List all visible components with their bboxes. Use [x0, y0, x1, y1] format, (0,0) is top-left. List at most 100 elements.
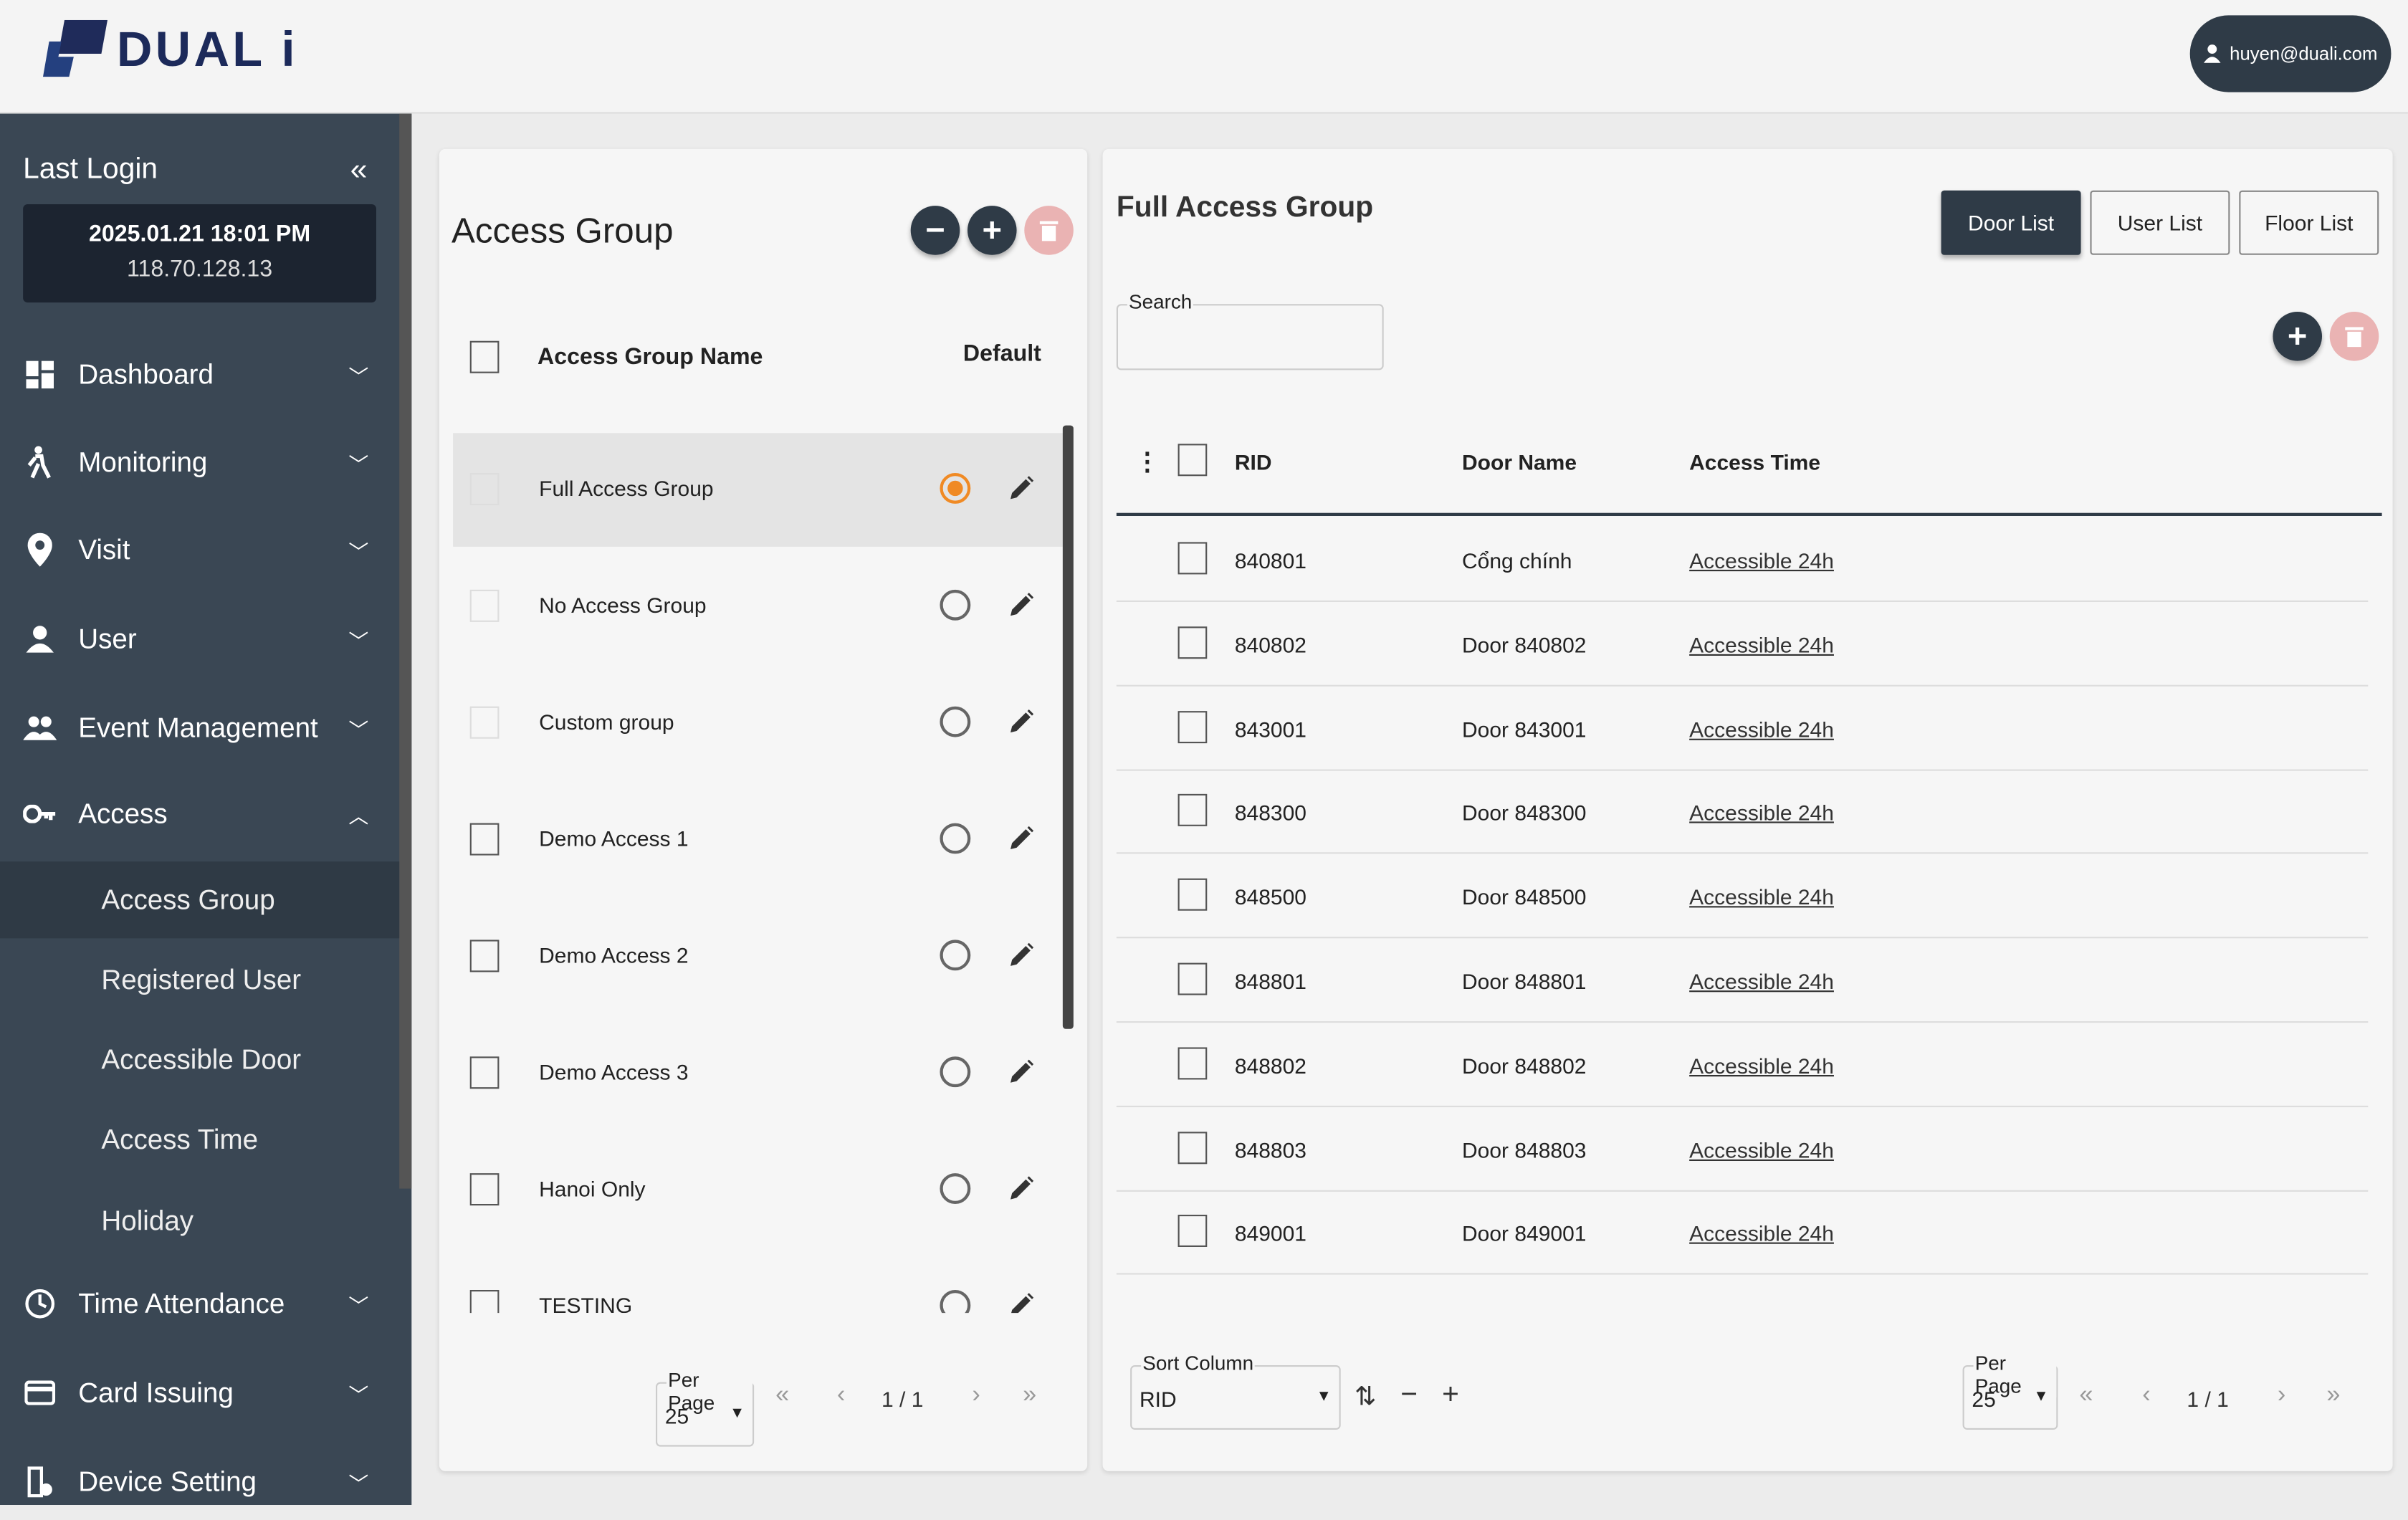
default-radio[interactable]	[940, 1056, 971, 1088]
sidebar-item-event-management[interactable]: Event Management ﹀	[0, 689, 399, 766]
default-radio[interactable]	[940, 940, 971, 971]
sidebar-item-user[interactable]: User ﹀	[0, 601, 399, 677]
first-page-icon[interactable]: «	[775, 1382, 789, 1410]
row-checkbox[interactable]	[469, 940, 500, 972]
edit-pencil-icon[interactable]	[1008, 1058, 1036, 1093]
row-checkbox[interactable]	[1177, 626, 1208, 659]
sidebar-item-card-issuing[interactable]: Card Issuing ﹀	[0, 1354, 399, 1431]
sidebar-subitem-registered-user[interactable]: Registered User	[0, 942, 399, 1018]
access-group-row[interactable]: Demo Access 2	[453, 900, 1063, 1014]
add-sort-icon[interactable]: +	[1442, 1379, 1459, 1413]
row-checkbox[interactable]	[1177, 1215, 1208, 1248]
collapse-sidebar-icon[interactable]: «	[350, 153, 368, 188]
access-group-name: Demo Access 3	[539, 1059, 689, 1084]
default-radio[interactable]	[940, 473, 971, 504]
edit-pencil-icon[interactable]	[1008, 591, 1036, 626]
per-page-select[interactable]: Per Page 25 ▼	[656, 1368, 755, 1447]
delete-button[interactable]	[1024, 206, 1074, 255]
row-checkbox[interactable]	[469, 1056, 500, 1089]
access-time-link[interactable]: Accessible 24h	[1689, 1053, 1834, 1078]
add-button[interactable]: +	[968, 206, 1017, 255]
row-checkbox[interactable]	[469, 706, 500, 739]
access-time-link[interactable]: Accessible 24h	[1689, 1221, 1834, 1246]
access-time-link[interactable]: Accessible 24h	[1689, 800, 1834, 825]
sidebar-subitem-holiday[interactable]: Holiday	[0, 1182, 399, 1259]
row-checkbox[interactable]	[469, 823, 500, 856]
delete-door-button[interactable]	[2329, 312, 2379, 361]
default-radio[interactable]	[940, 1290, 971, 1314]
row-checkbox[interactable]	[1177, 1131, 1208, 1164]
last-page-icon[interactable]: »	[2326, 1382, 2340, 1410]
list-scrollbar[interactable]	[1062, 425, 1074, 1029]
row-checkbox[interactable]	[469, 1290, 500, 1314]
sidebar-item-visit[interactable]: Visit ﹀	[0, 512, 399, 588]
sidebar-subitem-accessible-door[interactable]: Accessible Door	[0, 1022, 399, 1099]
access-group-row[interactable]: TESTING	[453, 1250, 1063, 1314]
access-time-link[interactable]: Accessible 24h	[1689, 1137, 1834, 1162]
sidebar-subitem-access-group[interactable]: Access Group	[0, 861, 400, 939]
select-all-checkbox[interactable]	[469, 340, 500, 373]
edit-pencil-icon[interactable]	[1008, 825, 1036, 860]
last-page-icon[interactable]: »	[1023, 1382, 1036, 1410]
sidebar-scrollbar[interactable]	[399, 113, 412, 1189]
row-checkbox[interactable]	[1177, 710, 1208, 743]
column-header-door-name[interactable]: Door Name	[1462, 450, 1577, 474]
user-account-button[interactable]: huyen@duali.com	[2189, 15, 2392, 92]
edit-pencil-icon[interactable]	[1008, 1291, 1036, 1314]
first-page-icon[interactable]: «	[2079, 1382, 2093, 1410]
edit-pencil-icon[interactable]	[1008, 1175, 1036, 1210]
row-checkbox[interactable]	[469, 473, 500, 506]
select-all-doors-checkbox[interactable]	[1177, 444, 1208, 477]
default-radio[interactable]	[940, 823, 971, 854]
search-input[interactable]: Search	[1116, 290, 1384, 371]
row-checkbox[interactable]	[1177, 962, 1208, 995]
access-group-row[interactable]: Full Access Group	[453, 433, 1063, 547]
access-group-row[interactable]: No Access Group	[453, 550, 1063, 664]
sidebar-item-time-attendance[interactable]: Time Attendance ﹀	[0, 1266, 399, 1342]
add-door-button[interactable]: +	[2273, 312, 2323, 361]
row-checkbox[interactable]	[469, 589, 500, 622]
access-time-link[interactable]: Accessible 24h	[1689, 969, 1834, 993]
chevron-down-icon: ﹀	[348, 540, 369, 563]
column-options-icon[interactable]: ⋮	[1135, 447, 1160, 478]
row-checkbox[interactable]	[1177, 879, 1208, 912]
access-time-link[interactable]: Accessible 24h	[1689, 632, 1834, 656]
next-page-icon[interactable]: ›	[972, 1382, 980, 1410]
row-checkbox[interactable]	[469, 1173, 500, 1206]
row-checkbox[interactable]	[1177, 794, 1208, 827]
row-checkbox[interactable]	[1177, 1046, 1208, 1079]
column-header-rid[interactable]: RID	[1235, 450, 1272, 474]
access-time-link[interactable]: Accessible 24h	[1689, 885, 1834, 909]
remove-button[interactable]: −	[910, 206, 960, 255]
default-radio[interactable]	[940, 706, 971, 737]
prev-page-icon[interactable]: ‹	[837, 1382, 845, 1410]
door-name: Door 840802	[1462, 632, 1587, 657]
sidebar-subitem-access-time[interactable]: Access Time	[0, 1102, 399, 1179]
tab-floor-list[interactable]: Floor List	[2239, 190, 2379, 255]
edit-pencil-icon[interactable]	[1008, 942, 1036, 977]
sort-column-select[interactable]: Sort Column RID ▼	[1130, 1351, 1341, 1430]
tab-door-list[interactable]: Door List	[1941, 190, 2081, 255]
access-group-row[interactable]: Custom group	[453, 666, 1063, 780]
access-time-link[interactable]: Accessible 24h	[1689, 548, 1834, 573]
sidebar-item-dashboard[interactable]: Dashboard ﹀	[0, 336, 399, 413]
sort-order-icon[interactable]: ⇅	[1354, 1382, 1377, 1413]
sidebar-item-access[interactable]: Access ︿	[0, 775, 399, 852]
row-checkbox[interactable]	[1177, 542, 1208, 575]
default-radio[interactable]	[940, 1173, 971, 1205]
access-group-row[interactable]: Hanoi Only	[453, 1133, 1063, 1247]
default-radio[interactable]	[940, 589, 971, 621]
next-page-icon[interactable]: ›	[2278, 1382, 2285, 1410]
access-group-row[interactable]: Demo Access 1	[453, 783, 1063, 897]
prev-page-icon[interactable]: ‹	[2142, 1382, 2150, 1410]
edit-pencil-icon[interactable]	[1008, 474, 1036, 510]
remove-sort-icon[interactable]: −	[1400, 1379, 1418, 1413]
access-group-row[interactable]: Demo Access 3	[453, 1017, 1063, 1131]
sidebar-item-device-setting[interactable]: Device Setting ﹀	[0, 1443, 399, 1520]
column-header-access-time[interactable]: Access Time	[1689, 450, 1820, 474]
door-per-page-select[interactable]: Per Page 25 ▼	[1962, 1351, 2058, 1430]
access-time-link[interactable]: Accessible 24h	[1689, 717, 1834, 741]
tab-user-list[interactable]: User List	[2090, 190, 2230, 255]
sidebar-item-monitoring[interactable]: Monitoring ﹀	[0, 424, 399, 500]
edit-pencil-icon[interactable]	[1008, 708, 1036, 743]
